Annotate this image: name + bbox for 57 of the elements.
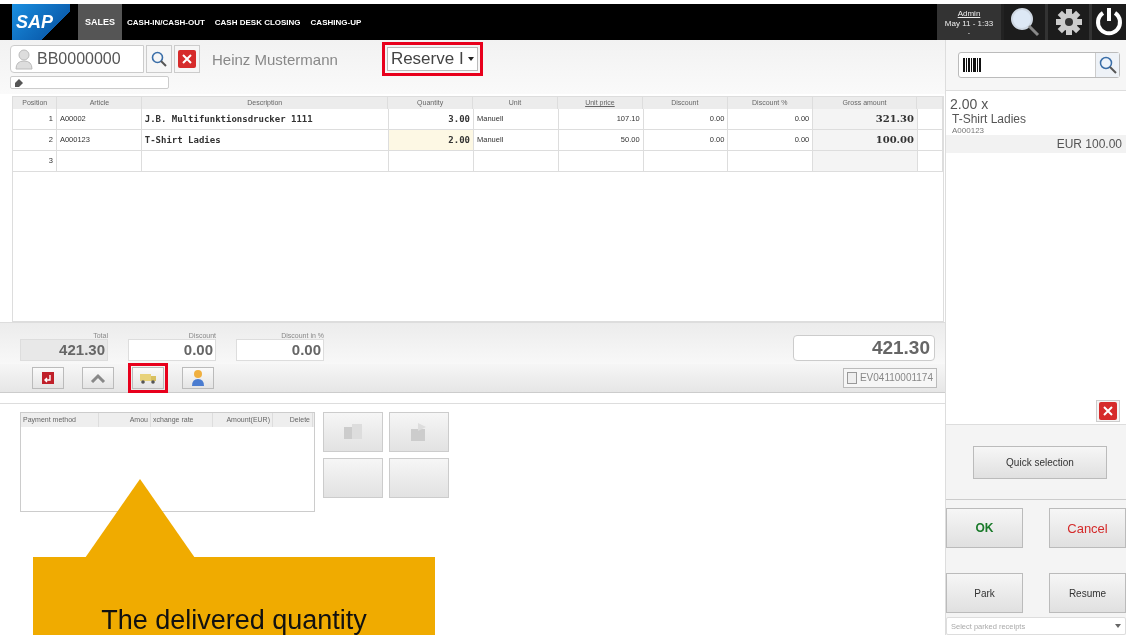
power-button[interactable]: [1092, 4, 1126, 40]
customer-name: Heinz Mustermann: [212, 50, 338, 68]
discount-field[interactable]: 0.00: [128, 338, 216, 361]
tag-icon: [14, 77, 24, 88]
cancel-button[interactable]: Cancel: [1049, 508, 1126, 548]
dropdown-arrow-icon: [467, 57, 474, 61]
barcode-field[interactable]: [958, 52, 1120, 78]
table-cell: 321.30: [813, 109, 918, 129]
nav-tab[interactable]: SALES: [78, 4, 122, 40]
table-cell: 3.00: [389, 109, 474, 129]
customer-field[interactable]: BB0000000: [10, 45, 144, 73]
table-cell: 2.00: [389, 130, 474, 150]
date-time: May 11 - 1:33: [944, 18, 994, 29]
callout-text: The delivered quantity: [101, 605, 367, 635]
clear-button[interactable]: [174, 45, 200, 73]
search-icon: [1098, 56, 1117, 74]
settings-icon: [1054, 8, 1083, 36]
tag-field[interactable]: [10, 76, 169, 89]
truck-icon: [139, 371, 157, 384]
close-icon: [1099, 402, 1117, 420]
document-icon: [846, 371, 857, 384]
item-quantity: 2.00 x: [949, 96, 990, 112]
chevron-up-icon: [90, 372, 106, 383]
park-button[interactable]: Park: [946, 573, 1023, 613]
quick-selection-button[interactable]: Quick selection: [973, 445, 1107, 479]
toolbar-button[interactable]: [182, 366, 214, 389]
power-icon: [1095, 7, 1123, 37]
search-button[interactable]: [1004, 4, 1048, 40]
item-price: EUR 100.00: [1056, 137, 1122, 151]
nav-tab[interactable]: CASHING-UP: [305, 4, 367, 40]
item-article: A000123: [951, 126, 986, 135]
nav-tab[interactable]: CASH DESK CLOSING: [209, 4, 306, 40]
dropdown-arrow-icon: [1115, 624, 1121, 628]
total-field: 421.30: [20, 338, 108, 361]
close-icon: [178, 50, 196, 68]
discount-percent-field[interactable]: 0.00: [236, 338, 324, 361]
receipt-number-field: EV04110001174: [842, 367, 937, 388]
order-type-dropdown[interactable]: Reserve I: [386, 47, 478, 71]
table-cell: J.B. Multifunktionsdrucker 1111: [141, 109, 390, 129]
table-cell: 100.00: [813, 130, 918, 150]
ok-button[interactable]: OK: [946, 508, 1023, 548]
grand-total-field: 421.30: [793, 334, 935, 361]
toolbar-button[interactable]: [32, 366, 64, 389]
logo[interactable]: SAP: [12, 4, 70, 40]
person-icon: [191, 368, 205, 387]
toolbar-button[interactable]: [82, 366, 114, 389]
resume-button[interactable]: Resume: [1049, 573, 1126, 613]
nav-tab[interactable]: CASH-IN/CASH-OUT: [122, 4, 210, 40]
item-name: T-Shirt Ladies: [951, 112, 1028, 126]
settings-button[interactable]: [1048, 4, 1092, 40]
search-icon: [151, 51, 167, 67]
delete-button[interactable]: [1096, 400, 1120, 422]
barcode-icon: [963, 58, 981, 72]
person-icon: [15, 48, 33, 70]
user-name[interactable]: Admin: [957, 8, 981, 19]
search-icon: [1009, 7, 1040, 37]
return-icon: [42, 371, 54, 384]
